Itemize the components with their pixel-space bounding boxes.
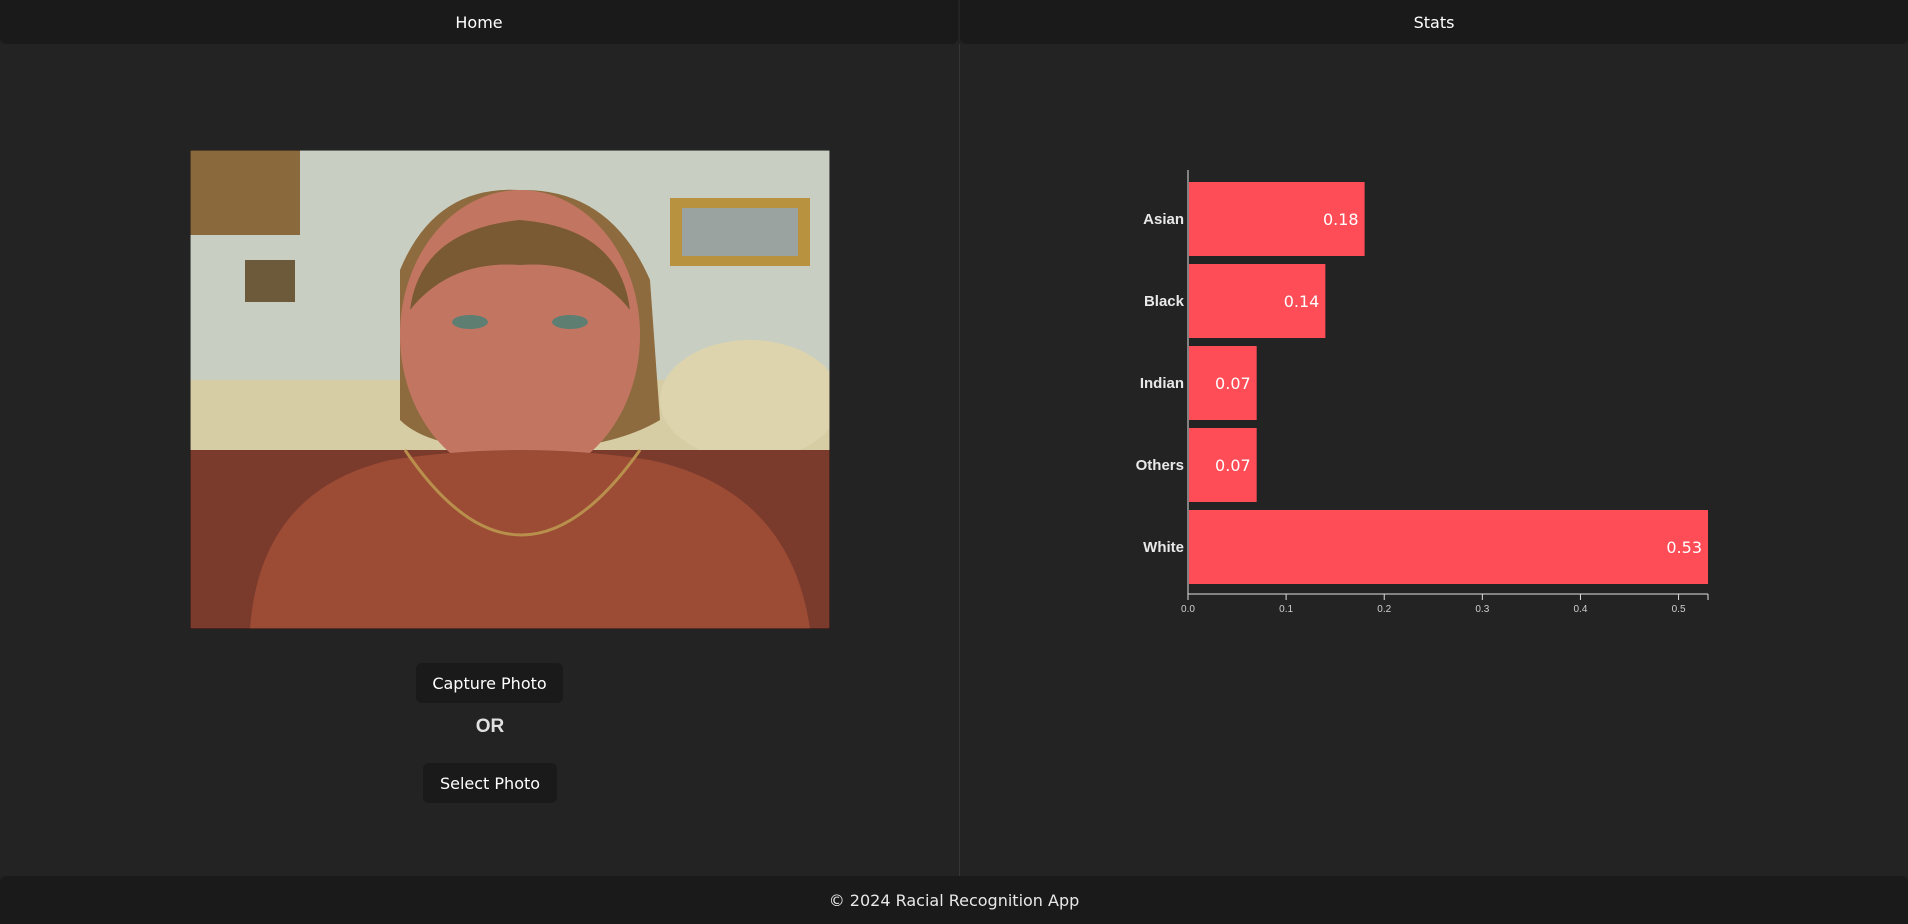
bar-value-label: 0.14 <box>1284 292 1320 311</box>
x-tick-label: 0.5 <box>1672 604 1686 615</box>
category-label: Black <box>1144 293 1185 310</box>
category-label: Asian <box>1143 211 1184 228</box>
category-label: Indian <box>1140 375 1184 392</box>
bar-value-label: 0.07 <box>1215 456 1251 475</box>
or-separator: OR <box>475 716 505 737</box>
tab-stats[interactable]: Stats <box>960 0 1908 44</box>
select-photo-button[interactable]: Select Photo <box>423 763 557 803</box>
portrait-photo <box>190 150 830 629</box>
category-label: Others <box>1136 457 1184 474</box>
x-tick-label: 0.1 <box>1279 604 1293 615</box>
footer: © 2024 Racial Recognition App <box>0 876 1908 924</box>
x-tick-label: 0.4 <box>1573 604 1587 615</box>
footer-text: © 2024 Racial Recognition App <box>828 890 1080 910</box>
top-nav: Home Stats <box>0 0 1908 44</box>
photo-preview <box>190 150 830 629</box>
capture-photo-button[interactable]: Capture Photo <box>416 663 563 703</box>
tab-home[interactable]: Home <box>0 0 958 44</box>
probability-bar-chart: 0.18 Asian 0.14 Black 0.07 Indian 0.07 Others 0.… <box>1136 170 1709 615</box>
stats-panel: 0.18 Asian 0.14 Black 0.07 Indian 0.07 Others 0.… <box>960 44 1908 876</box>
capture-panel: Capture Photo OR Select Photo <box>0 44 959 876</box>
x-tick-label: 0.0 <box>1181 604 1195 615</box>
bar-white <box>1189 510 1708 584</box>
bar-value-label: 0.18 <box>1323 210 1359 229</box>
x-tick-label: 0.2 <box>1377 604 1391 615</box>
bar-value-label: 0.07 <box>1215 374 1251 393</box>
bar-value-label: 0.53 <box>1666 538 1702 557</box>
x-tick-label: 0.3 <box>1475 604 1489 615</box>
category-label: White <box>1143 539 1184 556</box>
